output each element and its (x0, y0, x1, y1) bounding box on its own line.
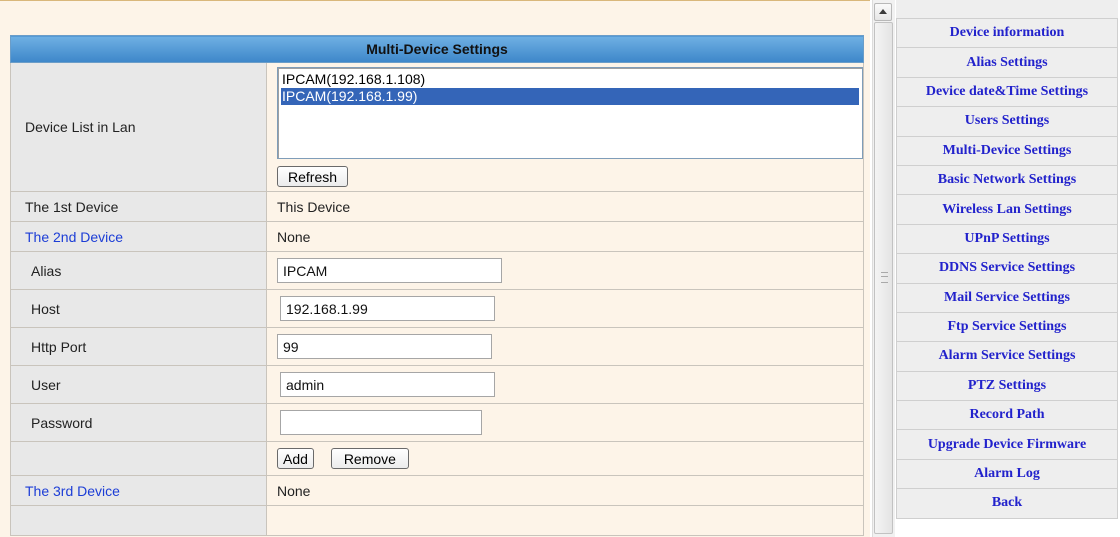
first-device-value: This Device (266, 191, 864, 222)
menu-item-wireless-lan-settings[interactable]: Wireless Lan Settings (896, 194, 1118, 225)
top-border (0, 0, 870, 1)
menu-item-label: Ftp Service Settings (947, 319, 1067, 335)
menu-item-label: Alias Settings (966, 54, 1048, 70)
menu-item-upnp-settings[interactable]: UPnP Settings (896, 223, 1118, 255)
host-label: Host (10, 289, 267, 328)
menu-item-label: Users Settings (964, 113, 1050, 129)
second-device-label[interactable]: The 2nd Device (10, 221, 267, 252)
password-cell (266, 403, 864, 442)
scroll-grip-icon (881, 272, 888, 283)
user-cell (266, 365, 864, 404)
device-list-label: Device List in Lan (10, 62, 267, 192)
menu-item-back[interactable]: Back (896, 488, 1118, 519)
menu-item-ptz-settings[interactable]: PTZ Settings (896, 370, 1118, 402)
multi-device-settings-table: Multi-Device Settings Device List in Lan… (10, 35, 864, 536)
menu-item-label: PTZ Settings (967, 377, 1047, 393)
menu-item-label: UPnP Settings (964, 230, 1050, 246)
menu-item-label: Basic Network Settings (937, 172, 1077, 188)
menu-item-label: Device information (949, 25, 1065, 41)
actions-label-empty (10, 441, 267, 476)
fourth-device-row-partial (10, 505, 267, 536)
menu-item-alarm-log[interactable]: Alarm Log (896, 458, 1118, 490)
menu-item-label: Alarm Service Settings (938, 348, 1076, 364)
menu-item-multi-device-settings[interactable]: Multi-Device Settings (896, 135, 1118, 166)
menu-item-label: Back (991, 495, 1023, 511)
third-device-value: None (266, 475, 864, 506)
menu-item-date-time-settings[interactable]: Device date&Time Settings (896, 76, 1118, 108)
device-list-box[interactable]: IPCAM(192.168.1.108) IPCAM(192.168.1.99) (277, 67, 863, 159)
menu-item-label: Mail Service Settings (944, 289, 1070, 305)
settings-menu: Device information Alias Settings Device… (896, 17, 1118, 519)
menu-item-device-information[interactable]: Device information (896, 17, 1118, 49)
alias-cell (266, 251, 864, 290)
menu-item-record-path[interactable]: Record Path (896, 400, 1118, 431)
scroll-thumb[interactable] (874, 22, 893, 534)
menu-item-users-settings[interactable]: Users Settings (896, 106, 1118, 137)
actions-cell: Add Remove (266, 441, 864, 476)
password-label: Password (10, 403, 267, 442)
password-input[interactable] (280, 410, 482, 435)
vertical-scrollbar[interactable] (872, 0, 895, 537)
http-port-input[interactable] (277, 334, 492, 359)
user-input[interactable] (280, 372, 495, 397)
add-button[interactable]: Add (277, 448, 314, 469)
http-port-label: Http Port (10, 327, 267, 366)
settings-frame: Multi-Device Settings Device List in Lan… (0, 0, 870, 537)
menu-item-alias-settings[interactable]: Alias Settings (896, 47, 1118, 78)
remove-button[interactable]: Remove (330, 448, 409, 469)
menu-top-spacer (896, 0, 1118, 18)
section-header: Multi-Device Settings (10, 35, 864, 63)
host-cell (266, 289, 864, 328)
scroll-up-arrow-icon[interactable] (874, 3, 892, 21)
menu-item-alarm-service-settings[interactable]: Alarm Service Settings (896, 341, 1118, 372)
first-device-label: The 1st Device (10, 191, 267, 222)
device-option[interactable]: IPCAM(192.168.1.108) (278, 71, 862, 88)
third-device-label[interactable]: The 3rd Device (10, 475, 267, 506)
menu-item-label: DDNS Service Settings (938, 260, 1076, 276)
user-label: User (10, 365, 267, 404)
menu-item-basic-network-settings[interactable]: Basic Network Settings (896, 164, 1118, 196)
fourth-device-value-partial (266, 505, 864, 536)
http-port-cell (266, 327, 864, 366)
device-option-selected[interactable]: IPCAM(192.168.1.99) (281, 88, 859, 105)
refresh-button[interactable]: Refresh (277, 166, 349, 187)
second-device-value: None (266, 221, 864, 252)
menu-item-ftp-service-settings[interactable]: Ftp Service Settings (896, 311, 1118, 343)
menu-item-label: Multi-Device Settings (942, 142, 1072, 158)
menu-item-upgrade-firmware[interactable]: Upgrade Device Firmware (896, 429, 1118, 460)
menu-item-label: Record Path (969, 407, 1045, 423)
menu-item-ddns-service-settings[interactable]: DDNS Service Settings (896, 253, 1118, 284)
menu-item-label: Alarm Log (974, 466, 1040, 482)
host-input[interactable] (280, 296, 495, 321)
menu-item-label: Device date&Time Settings (925, 83, 1089, 99)
alias-input[interactable] (277, 258, 502, 283)
menu-item-label: Upgrade Device Firmware (927, 436, 1087, 452)
menu-item-mail-service-settings[interactable]: Mail Service Settings (896, 282, 1118, 313)
alias-label: Alias (10, 251, 267, 290)
device-list-cell: IPCAM(192.168.1.108) IPCAM(192.168.1.99)… (266, 62, 864, 192)
menu-item-label: Wireless Lan Settings (942, 201, 1072, 217)
